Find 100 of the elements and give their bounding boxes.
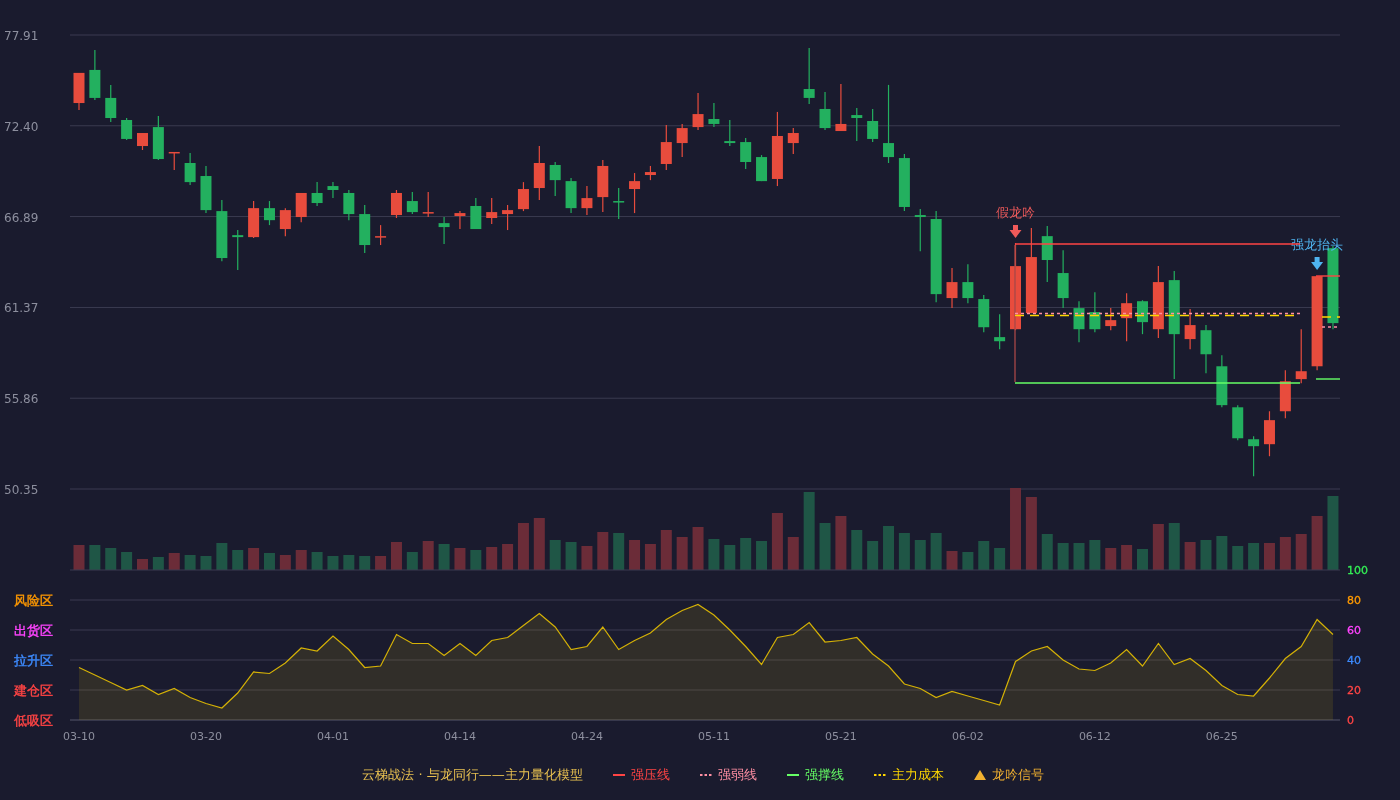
- legend-label: 强撑线: [804, 766, 844, 784]
- axis-label: 04-24: [570, 730, 603, 743]
- axis-label: 66.89: [4, 210, 39, 225]
- candlestick: [232, 229, 244, 271]
- candlestick: [676, 123, 688, 158]
- candlestick: [1232, 404, 1244, 441]
- candlestick: [1089, 291, 1101, 333]
- axis-label: 05-11: [697, 730, 730, 743]
- candlestick: [867, 108, 879, 143]
- axis-label: 80: [1347, 594, 1361, 607]
- candlestick: [629, 172, 641, 214]
- candlestick: [438, 216, 450, 245]
- candlestick: [184, 152, 196, 186]
- candlestick: [73, 72, 85, 111]
- candlestick: [803, 47, 815, 105]
- candlestick: [613, 187, 625, 220]
- candlestick: [311, 181, 323, 207]
- candlestick: [851, 107, 863, 142]
- candlestick: [200, 165, 212, 214]
- candlestick: [137, 132, 148, 151]
- candlestick: [1041, 225, 1053, 283]
- axis-label: 05-21: [824, 730, 857, 743]
- candlestick: [517, 181, 529, 212]
- candlestick: [375, 224, 387, 246]
- candlestick: [962, 263, 974, 304]
- candlestick: [708, 102, 720, 128]
- axis-label: 40: [1347, 654, 1361, 667]
- candlestick: [1295, 328, 1307, 384]
- signal-label: 假龙吟: [996, 205, 1035, 220]
- axis-label: 60: [1347, 624, 1361, 637]
- candlestick: [1263, 410, 1275, 457]
- candlestick: [914, 208, 926, 252]
- level-line: [1315, 275, 1341, 277]
- candlestick: [105, 84, 117, 123]
- candlestick: [1073, 300, 1085, 343]
- axis-label: 06-02: [951, 730, 984, 743]
- axis-label: 61.37: [4, 301, 39, 316]
- candlestick: [549, 161, 561, 197]
- zone-label: 低吸区: [14, 713, 53, 728]
- candlestick: [898, 153, 910, 212]
- dashed-level-line: [1321, 316, 1341, 318]
- candlestick: [1248, 435, 1260, 477]
- candlestick: [660, 124, 672, 171]
- candlestick: [470, 197, 482, 230]
- candlestick: [978, 294, 990, 333]
- candlestick: [454, 210, 466, 230]
- axis-label: 03-10: [63, 730, 95, 743]
- candlestick: [994, 313, 1006, 350]
- candlestick: [1200, 324, 1212, 374]
- candlestick: [819, 91, 831, 131]
- candlestick: [406, 191, 418, 215]
- legend-label: 强压线: [630, 766, 670, 784]
- candlestick: [787, 127, 799, 155]
- legend-title: 云梯战法 · 与龙同行——主力量化模型: [362, 766, 583, 784]
- candlestick: [565, 177, 577, 214]
- axis-label: 72.40: [4, 119, 39, 134]
- axis-label: 0: [1347, 714, 1354, 727]
- candlestick: [502, 204, 514, 231]
- level-line: [1315, 378, 1341, 380]
- candlestick: [533, 145, 545, 201]
- candlestick: [1279, 369, 1291, 419]
- candlestick: [295, 192, 307, 223]
- candlestick: [1121, 292, 1133, 342]
- candlestick: [946, 267, 958, 309]
- candlestick: [835, 83, 847, 132]
- axis-label: 100: [1347, 564, 1368, 577]
- candlestick: [1105, 307, 1117, 331]
- candlestick: [343, 189, 355, 221]
- candlestick: [740, 137, 752, 170]
- legend-label: 强弱线: [717, 766, 757, 784]
- candlestick: [168, 151, 180, 171]
- candlestick: [327, 181, 339, 199]
- candlestick: [756, 154, 768, 182]
- axis-label: 04-01: [317, 730, 349, 743]
- candlestick: [597, 159, 609, 213]
- candlestick: [264, 200, 275, 226]
- candlestick: [121, 117, 133, 141]
- axis-label: 03-20: [190, 730, 222, 743]
- candlestick: [1216, 354, 1228, 408]
- legend-label: 龙吟信号: [991, 766, 1044, 784]
- axis-label: 20: [1347, 684, 1361, 697]
- candlestick: [216, 199, 228, 262]
- zone-label: 出货区: [14, 623, 53, 638]
- candlestick: [581, 185, 593, 216]
- candlestick: [279, 207, 291, 237]
- candlestick: [248, 200, 260, 239]
- candlestick: [1057, 249, 1069, 309]
- candlestick: [152, 115, 164, 161]
- candlestick: [1137, 299, 1148, 335]
- zone-label: 建仓区: [14, 683, 53, 698]
- candlestick: [390, 189, 402, 219]
- zone-label: 风险区: [14, 593, 53, 608]
- candlestick: [1184, 308, 1196, 350]
- axis-label: 06-25: [1205, 730, 1238, 743]
- candlestick: [486, 197, 498, 225]
- axis-label: 77.91: [4, 29, 39, 43]
- candlestick: [724, 119, 736, 147]
- legend-label: 主力成本: [891, 766, 944, 784]
- axis-label: 06-12: [1078, 730, 1111, 743]
- zone-label: 拉升区: [14, 653, 53, 668]
